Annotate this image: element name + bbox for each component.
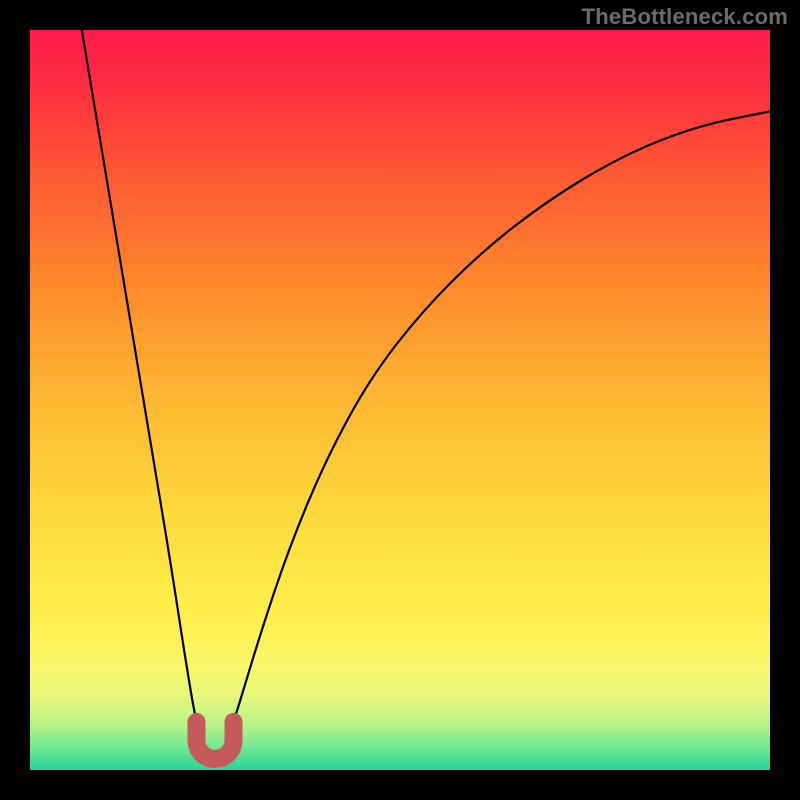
watermark-text: TheBottleneck.com — [582, 4, 788, 30]
chart-stage: TheBottleneck.com — [0, 0, 800, 800]
plot-area — [30, 30, 770, 770]
background-gradient — [30, 30, 770, 770]
